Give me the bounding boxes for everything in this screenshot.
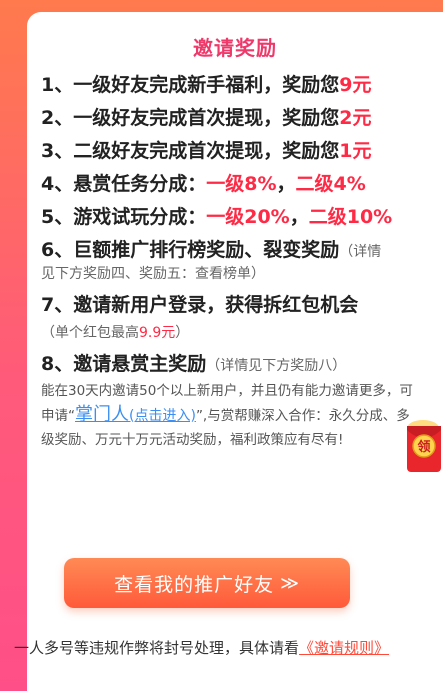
reward-item-2: 2、一级好友完成首次提现，奖励您2元	[41, 107, 372, 129]
reward-item-1: 1、一级好友完成新手福利，奖励您9元	[41, 74, 372, 96]
reward-item-7-note: （单个红包最高9.9元）	[41, 325, 190, 341]
red-packet-label: 领	[417, 439, 430, 455]
reward-item-6-note: 见下方奖励四、奖励五：查看榜单）	[41, 266, 265, 282]
view-my-referrals-button[interactable]: 查看我的推广好友 ≫	[64, 558, 350, 608]
reward-item-7: 7、邀请新用户登录，获得拆红包机会	[41, 294, 359, 316]
red-packet-icon[interactable]: 领	[403, 418, 443, 476]
footer-notice: 一人多号等违规作弊将封号处理，具体请看《邀请规则》	[14, 639, 390, 657]
gatekeeper-link[interactable]: 掌门人	[75, 404, 129, 425]
gatekeeper-description: 能在30天内邀请50个以上新用户，并且仍有能力邀请更多，可申请“掌门人(点击进入…	[41, 383, 413, 448]
invite-rules-link[interactable]: 《邀请规则》	[299, 639, 389, 657]
reward-item-8: 8、邀请悬赏主奖励（详情见下方奖励八）	[41, 353, 347, 375]
reward-item-3: 3、二级好友完成首次提现，奖励您1元	[41, 140, 372, 162]
page-title: 邀请奖励	[193, 36, 277, 60]
reward-item-4: 4、悬赏任务分成：一级8%，二级4%	[41, 173, 366, 195]
reward-item-6: 6、巨额推广排行榜奖励、裂变奖励（详情	[41, 239, 382, 261]
gatekeeper-link-hint[interactable]: (点击进入)	[129, 408, 196, 424]
reward-item-5: 5、游戏试玩分成：一级20%，二级10%	[41, 206, 393, 228]
double-chevron-right-icon: ≫	[280, 572, 300, 594]
